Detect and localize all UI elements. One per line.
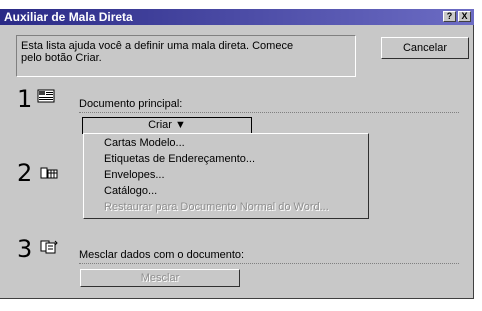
create-dropdown-menu: Cartas Modelo... Etiquetas de Endereçame… bbox=[83, 133, 369, 219]
close-button[interactable]: X bbox=[458, 11, 471, 22]
step-3-separator bbox=[79, 263, 459, 264]
step-3-label: Mesclar dados com o documento: bbox=[79, 249, 245, 261]
menu-item-mailing-labels[interactable]: Etiquetas de Endereçamento... bbox=[104, 153, 255, 166]
info-box: Esta lista ajuda você a definir uma mala… bbox=[16, 35, 356, 77]
create-button-label: Criar bbox=[148, 119, 172, 131]
step-2-number: 2 bbox=[17, 159, 33, 187]
step-3-number: 3 bbox=[17, 235, 33, 263]
help-button[interactable]: ? bbox=[443, 11, 456, 22]
data-source-icon bbox=[40, 167, 58, 179]
menu-item-form-letters[interactable]: Cartas Modelo... bbox=[104, 137, 185, 150]
step-1-number: 1 bbox=[17, 85, 33, 113]
info-text-line-2: pelo botão Criar. bbox=[21, 52, 102, 64]
menu-item-envelopes[interactable]: Envelopes... bbox=[104, 169, 165, 182]
create-button[interactable]: Criar ▼ bbox=[82, 117, 252, 134]
merge-icon bbox=[40, 240, 58, 254]
info-text-line-1: Esta lista ajuda você a definir uma mala… bbox=[21, 40, 294, 52]
window-title: Auxiliar de Mala Direta bbox=[4, 10, 133, 24]
merge-button[interactable]: Mesclar bbox=[80, 269, 240, 287]
menu-item-catalog[interactable]: Catálogo... bbox=[104, 185, 157, 198]
chevron-down-icon: ▼ bbox=[175, 119, 186, 131]
step-1-label: Documento principal: bbox=[79, 98, 183, 110]
info-text: Esta lista ajuda você a definir uma mala… bbox=[21, 40, 351, 64]
cancel-button[interactable]: Cancelar bbox=[381, 37, 469, 59]
menu-item-restore-normal-document: Restaurar para Documento Normal do Word.… bbox=[104, 201, 329, 213]
step-1-separator bbox=[79, 112, 459, 113]
title-bar[interactable]: Auxiliar de Mala Direta ? X bbox=[0, 9, 474, 25]
main-document-icon bbox=[37, 89, 55, 103]
